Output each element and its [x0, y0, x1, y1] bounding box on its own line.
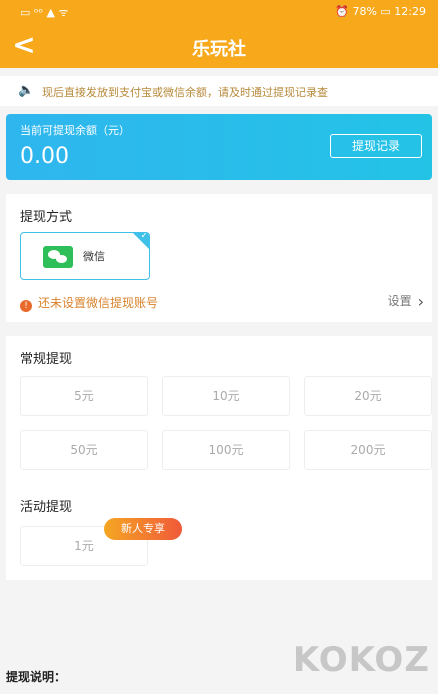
withdraw-explanation-title: 提现说明：	[6, 670, 67, 684]
withdraw-method-heading: 提现方式	[20, 210, 73, 225]
balance-label: 当前可提现余额（元）	[20, 124, 130, 137]
amount-option-10[interactable]: 10元	[162, 376, 290, 416]
wechat-icon	[43, 246, 73, 268]
account-warning: ! 还未设置微信提现账号	[20, 294, 158, 312]
speaker-icon: 🔈	[18, 83, 35, 98]
balance-amount: 0.00	[20, 144, 69, 169]
wechat-option-label: 微信	[83, 250, 105, 263]
alert-icon: !	[20, 300, 32, 312]
amount-option-100[interactable]: 100元	[162, 430, 290, 470]
amount-option-50[interactable]: 50元	[20, 430, 148, 470]
regular-withdraw-heading: 常规提现	[20, 352, 73, 367]
wechat-option[interactable]: 微信 ✓	[20, 232, 150, 280]
account-warning-text: 还未设置微信提现账号	[38, 296, 159, 310]
new-user-badge: 新人专享	[104, 518, 182, 540]
status-icons-left: ▭ ᵒᵒ ▲ ᯤ	[20, 6, 69, 19]
activity-withdraw-heading: 活动提现	[20, 500, 73, 515]
setup-link[interactable]: 设置 ›	[388, 292, 424, 311]
balance-panel: 当前可提现余额（元） 0.00 提现记录	[6, 114, 432, 180]
notice-bar: 🔈 现后直接发放到支付宝或微信余额，请及时通过提现记录查	[0, 76, 438, 106]
watermark-logo: KOKOZ	[292, 640, 430, 680]
nav-bar: < 乐玩社	[0, 24, 438, 68]
amount-card: 常规提现 5元 10元 20元 50元 100元 200元 活动提现 1元 新人…	[6, 336, 432, 580]
status-icons-right: ⏰ 78% ▭ 12:29	[335, 5, 426, 18]
check-icon: ✓	[140, 232, 148, 241]
status-bar: ▭ ᵒᵒ ▲ ᯤ ⏰ 78% ▭ 12:29	[0, 0, 438, 24]
amount-option-20[interactable]: 20元	[304, 376, 432, 416]
chevron-right-icon: ›	[417, 292, 424, 311]
page-title: 乐玩社	[192, 39, 246, 60]
amount-option-200[interactable]: 200元	[304, 430, 432, 470]
withdraw-record-button[interactable]: 提现记录	[330, 134, 422, 158]
setup-label: 设置	[387, 294, 412, 308]
notice-text: 现后直接发放到支付宝或微信余额，请及时通过提现记录查	[42, 86, 328, 99]
amount-option-5[interactable]: 5元	[20, 376, 148, 416]
withdraw-method-card: 提现方式 微信 ✓ ! 还未设置微信提现账号 设置 ›	[6, 194, 432, 322]
